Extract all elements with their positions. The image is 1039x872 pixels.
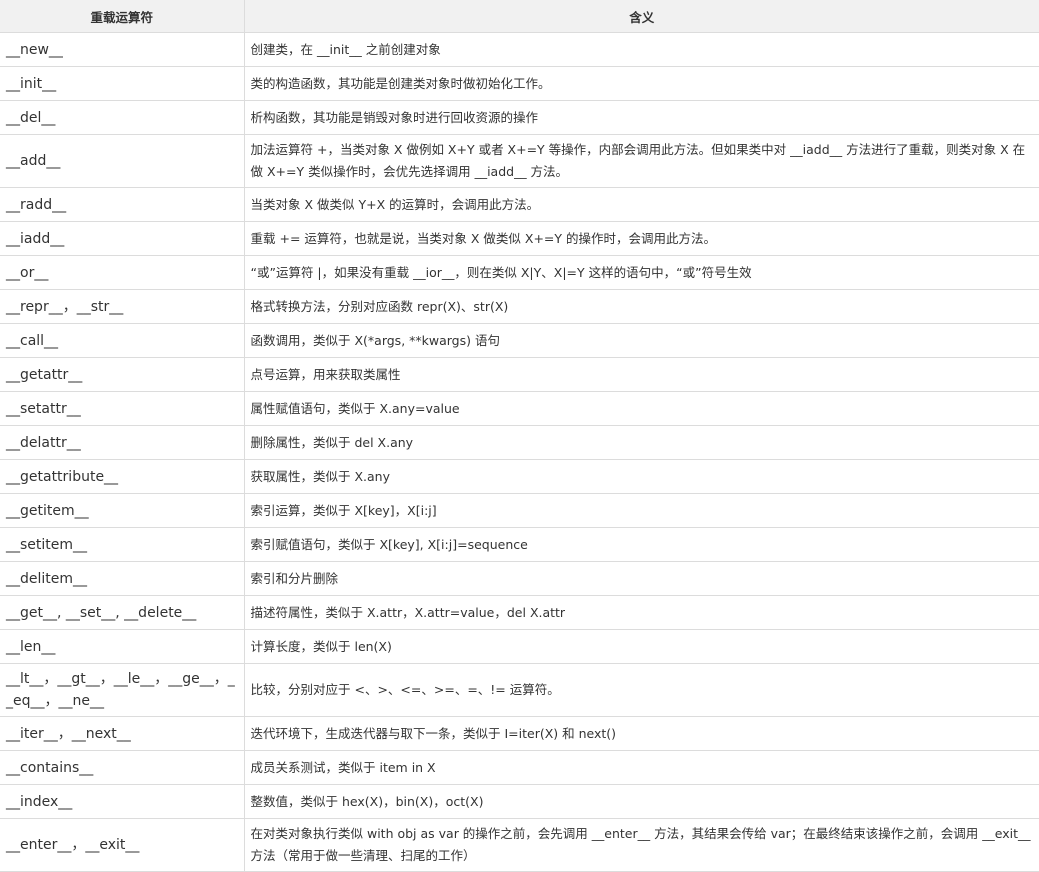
operator-cell: __iter__，__next__ — [0, 716, 245, 751]
table-row: __radd__ 当类对象 X 做类似 Y+X 的运算时，会调用此方法。 — [0, 187, 1039, 222]
meaning-cell: 类的构造函数，其功能是创建类对象时做初始化工作。 — [243, 66, 1039, 101]
table-row: __len__ 计算长度，类似于 len(X) — [0, 629, 1039, 664]
operator-cell: __new__ — [0, 32, 245, 67]
operator-cell: __setattr__ — [0, 391, 245, 426]
meaning-cell: 整数值，类似于 hex(X)，bin(X)，oct(X) — [243, 784, 1039, 819]
meaning-cell: 计算长度，类似于 len(X) — [243, 629, 1039, 664]
meaning-cell: 重载 += 运算符，也就是说，当类对象 X 做类似 X+=Y 的操作时，会调用此… — [243, 221, 1039, 256]
meaning-cell: 点号运算，用来获取类属性 — [243, 357, 1039, 392]
meaning-cell: 获取属性，类似于 X.any — [243, 459, 1039, 494]
operator-cell: __init__ — [0, 66, 245, 101]
meaning-cell: 格式转换方法，分别对应函数 repr(X)、str(X) — [243, 289, 1039, 324]
table-row: __setitem__ 索引赋值语句，类似于 X[key], X[i:j]=seq… — [0, 527, 1039, 562]
table-row: __lt__，__gt__，__le__，__ge__，__eq__，__ne_… — [0, 663, 1039, 717]
meaning-cell: 当类对象 X 做类似 Y+X 的运算时，会调用此方法。 — [243, 187, 1039, 222]
table-row: __getattr__ 点号运算，用来获取类属性 — [0, 357, 1039, 392]
operator-table: 重载运算符 含义 __new__ 创建类，在 __init__ 之前创建对象 __i… — [0, 0, 1039, 872]
meaning-cell: 索引赋值语句，类似于 X[key], X[i:j]=sequence — [243, 527, 1039, 562]
meaning-cell: 描述符属性，类似于 X.attr，X.attr=value，del X.attr — [243, 595, 1039, 630]
operator-cell: __index__ — [0, 784, 245, 819]
table-row: __index__ 整数值，类似于 hex(X)，bin(X)，oct(X) — [0, 784, 1039, 819]
table-row: __init__ 类的构造函数，其功能是创建类对象时做初始化工作。 — [0, 66, 1039, 101]
operator-cell: __getattribute__ — [0, 459, 245, 494]
meaning-cell: 删除属性，类似于 del X.any — [243, 425, 1039, 460]
operator-cell: __radd__ — [0, 187, 245, 222]
header-operator: 重载运算符 — [0, 0, 245, 33]
table-row: __new__ 创建类，在 __init__ 之前创建对象 — [0, 32, 1039, 67]
meaning-cell: “或”运算符 |，如果没有重载 __ior__，则在类似 X|Y、X|=Y 这样… — [243, 255, 1039, 290]
table-row: __delitem__ 索引和分片删除 — [0, 561, 1039, 596]
table-row: __del__ 析构函数，其功能是销毁对象时进行回收资源的操作 — [0, 100, 1039, 135]
operator-cell: __iadd__ — [0, 221, 245, 256]
table-row: __repr__，__str__ 格式转换方法，分别对应函数 repr(X)、st… — [0, 289, 1039, 324]
operator-cell: __getitem__ — [0, 493, 245, 528]
meaning-cell: 在对类对象执行类似 with obj as var 的操作之前，会先调用 __e… — [243, 818, 1039, 872]
operator-cell: __getattr__ — [0, 357, 245, 392]
operator-cell: __delitem__ — [0, 561, 245, 596]
operator-cell: __call__ — [0, 323, 245, 358]
meaning-cell: 成员关系测试，类似于 item in X — [243, 750, 1039, 785]
operator-cell: __del__ — [0, 100, 245, 135]
table-row: __getitem__ 索引运算，类似于 X[key]，X[i:j] — [0, 493, 1039, 528]
meaning-cell: 索引运算，类似于 X[key]，X[i:j] — [243, 493, 1039, 528]
meaning-cell: 比较，分别对应于 <、>、<=、>=、=、!= 运算符。 — [243, 663, 1039, 717]
table-row: __get__, __set__, __delete__ 描述符属性，类似于 X.… — [0, 595, 1039, 630]
table-row: __setattr__ 属性赋值语句，类似于 X.any=value — [0, 391, 1039, 426]
meaning-cell: 迭代环境下，生成迭代器与取下一条，类似于 I=iter(X) 和 next() — [243, 716, 1039, 751]
table-row: __iter__，__next__ 迭代环境下，生成迭代器与取下一条，类似于 I=… — [0, 716, 1039, 751]
operator-cell: __contains__ — [0, 750, 245, 785]
operator-cell: __add__ — [0, 134, 245, 188]
table-body: __new__ 创建类，在 __init__ 之前创建对象 __init__ 类的构造… — [0, 32, 1039, 872]
operator-cell: __enter__，__exit__ — [0, 818, 245, 872]
table-header-row: 重载运算符 含义 — [0, 0, 1039, 33]
meaning-cell: 索引和分片删除 — [243, 561, 1039, 596]
table-row: __iadd__ 重载 += 运算符，也就是说，当类对象 X 做类似 X+=Y 的… — [0, 221, 1039, 256]
table-row: __or__ “或”运算符 |，如果没有重载 __ior__，则在类似 X|Y、X… — [0, 255, 1039, 290]
operator-cell: __or__ — [0, 255, 245, 290]
table-row: __getattribute__ 获取属性，类似于 X.any — [0, 459, 1039, 494]
table-row: __contains__ 成员关系测试，类似于 item in X — [0, 750, 1039, 785]
operator-cell: __repr__，__str__ — [0, 289, 245, 324]
meaning-cell: 析构函数，其功能是销毁对象时进行回收资源的操作 — [243, 100, 1039, 135]
meaning-cell: 函数调用，类似于 X(*args, **kwargs) 语句 — [243, 323, 1039, 358]
table-row: __delattr__ 删除属性，类似于 del X.any — [0, 425, 1039, 460]
meaning-cell: 加法运算符 +，当类对象 X 做例如 X+Y 或者 X+=Y 等操作，内部会调用… — [243, 134, 1039, 188]
header-meaning: 含义 — [243, 0, 1039, 33]
operator-cell: __len__ — [0, 629, 245, 664]
operator-cell: __get__, __set__, __delete__ — [0, 595, 245, 630]
operator-cell: __setitem__ — [0, 527, 245, 562]
table-row: __enter__，__exit__ 在对类对象执行类似 with obj as … — [0, 818, 1039, 872]
table-row: __add__ 加法运算符 +，当类对象 X 做例如 X+Y 或者 X+=Y 等操… — [0, 134, 1039, 188]
operator-cell: __lt__，__gt__，__le__，__ge__，__eq__，__ne_… — [0, 663, 245, 717]
operator-cell: __delattr__ — [0, 425, 245, 460]
meaning-cell: 创建类，在 __init__ 之前创建对象 — [243, 32, 1039, 67]
meaning-cell: 属性赋值语句，类似于 X.any=value — [243, 391, 1039, 426]
table-row: __call__ 函数调用，类似于 X(*args, **kwargs) 语句 — [0, 323, 1039, 358]
